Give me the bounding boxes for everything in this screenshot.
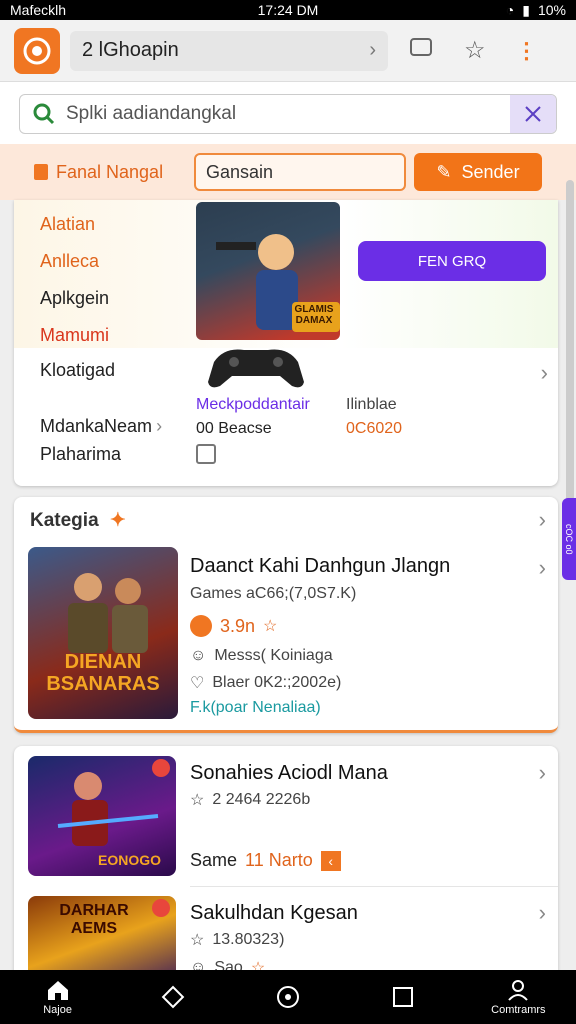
nav-square[interactable] — [353, 985, 453, 1009]
send-button-label: Sender — [461, 161, 520, 182]
circle-icon — [276, 986, 299, 1008]
game-info-line: Blaer 0K2:;2002e) — [212, 674, 342, 691]
app-logo[interactable] — [14, 27, 60, 74]
tabs-icon[interactable] — [408, 36, 434, 65]
game-subtitle: 2 2464 2226b — [212, 791, 311, 808]
square-icon — [393, 987, 414, 1007]
star-icon: ☆ — [190, 792, 205, 809]
pencil-icon: ✎ — [436, 161, 452, 182]
game-banner-image[interactable]: GLAMIS DAMAX — [196, 202, 340, 340]
search-placeholder: Splki aadiandangkal — [66, 103, 237, 124]
game-info-value: 11 Narto — [245, 850, 313, 870]
filter-label: Fanal Nangal — [56, 161, 164, 182]
url-bar[interactable]: 2 lGhoapin › — [70, 30, 388, 71]
game-info-line: Same — [190, 850, 238, 870]
rating-badge-icon — [190, 615, 212, 637]
game-link[interactable]: F.k(poar Nenaliaa) — [190, 699, 321, 717]
side-tab[interactable]: cOC o0 — [562, 498, 576, 580]
featured-card: Alatian Anlleca Aplkgein Mamumi GLAMIS D… — [14, 200, 558, 486]
nav-diamond[interactable] — [123, 984, 223, 1010]
url-text: 2 lGhoapin — [82, 39, 179, 61]
game-thumbnail[interactable]: EONOGO — [28, 756, 176, 876]
chevron-right-icon[interactable]: › — [541, 360, 548, 400]
heart-icon: ♡ — [190, 675, 205, 692]
meta-title: Meckpoddantair — [196, 396, 310, 413]
chevron-right-icon[interactable]: › — [539, 900, 546, 926]
meta2-title: Ilinblae — [346, 396, 397, 413]
game-subtitle: Games aC66;(7,0S7.K) — [190, 585, 357, 602]
profile-icon — [508, 980, 529, 1001]
nav-label: Najoe — [43, 1004, 72, 1016]
menu-item[interactable]: Alatian — [40, 206, 109, 243]
meta-line: 00 Beacse — [196, 420, 272, 437]
menu-item[interactable]: Aplkgein — [40, 280, 109, 317]
chevron-right-icon[interactable]: › — [539, 507, 546, 533]
game-info-line: Messs( Koiniaga — [214, 647, 333, 664]
star-icon: ☆ — [263, 618, 278, 635]
thumbnail-text: DIENAN BSANARAS — [46, 651, 160, 695]
bottom-nav: Najoe Comtramrs — [0, 970, 576, 1024]
category-card: Kategia ✦ › DIENAN BSANARAS Daanct Kahi … — [14, 497, 558, 733]
menu-item[interactable]: Anlleca — [40, 243, 109, 280]
calendar-icon — [196, 444, 216, 464]
scrollbar[interactable] — [566, 180, 574, 540]
action-button[interactable]: FEN GRQ — [358, 241, 546, 281]
search-icon — [33, 103, 55, 125]
face-icon: ☺ — [190, 647, 207, 664]
send-button[interactable]: ✎ Sender — [414, 153, 542, 191]
clock-text: 17:24 DM — [257, 2, 319, 18]
chevron-right-icon[interactable]: › — [539, 760, 546, 786]
nav-home[interactable]: Najoe — [8, 978, 108, 1016]
game-title[interactable]: Daanct Kahi Danhgun Jlangn — [190, 555, 450, 578]
search-input[interactable]: Splki aadiandangkal — [19, 94, 557, 134]
more-menu-icon[interactable]: ⋮ — [516, 38, 538, 64]
app-bar: 2 lGhoapin › ☆ ⋮ — [0, 20, 576, 82]
tag-icon — [34, 164, 48, 180]
list-row[interactable]: Kloatigad — [40, 360, 115, 400]
chevron-right-icon[interactable]: › — [539, 555, 546, 581]
thumbnail-text: EONOGO — [98, 852, 162, 868]
game-list-card: EONOGO Sonahies Aciodl Mana › ☆ 2 2464 2… — [14, 746, 558, 986]
nav-profile[interactable]: Comtramrs — [468, 978, 568, 1016]
section-title: Kategia — [30, 510, 99, 531]
meta2-value: 0C6020 — [346, 420, 403, 437]
category-menu: Alatian Anlleca Aplkgein Mamumi — [40, 206, 109, 354]
banner-text: GLAMIS DAMAX — [294, 304, 334, 326]
game-subtitle: 13.80323) — [212, 931, 285, 948]
thumbnail-text: DARHAR AEMS — [59, 902, 129, 937]
divider — [190, 886, 558, 887]
filter-bar: Fanal Nangal Gansain ✎ Sender — [0, 144, 576, 200]
home-icon — [47, 981, 68, 1000]
rating-value: 3.9n — [220, 615, 256, 636]
clear-search-icon[interactable] — [510, 95, 556, 133]
game-title[interactable]: Sonahies Aciodl Mana — [190, 762, 388, 785]
game-title[interactable]: Sakulhdan Kgesan — [190, 902, 358, 925]
chevron-right-icon[interactable]: › — [156, 416, 162, 458]
menu-item[interactable]: Mamumi — [40, 317, 109, 354]
star-icon[interactable]: ☆ — [464, 36, 486, 65]
game-thumbnail[interactable]: DIENAN BSANARAS — [28, 547, 178, 719]
arrow-right-icon[interactable]: › — [369, 39, 376, 62]
nav-circle[interactable] — [238, 984, 338, 1010]
star-icon: ☆ — [190, 932, 205, 949]
filter-input[interactable]: Gansain — [194, 153, 406, 191]
diamond-icon — [161, 985, 185, 1009]
status-bar: Mafecklh 17:24 DM ◔ ▮ 10% — [0, 0, 576, 20]
arrow-left-icon[interactable]: ‹ — [320, 850, 341, 871]
nav-label: Comtramrs — [491, 1004, 546, 1016]
sparkle-icon: ✦ — [109, 510, 126, 531]
